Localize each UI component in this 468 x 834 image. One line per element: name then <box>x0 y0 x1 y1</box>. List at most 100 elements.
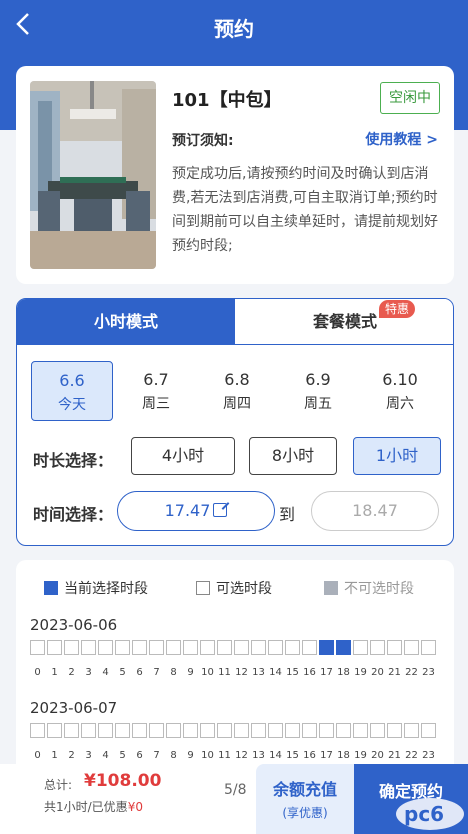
legend-selected-swatch <box>44 581 58 595</box>
duration-label: 时长选择： <box>33 451 114 470</box>
recharge-label: 余额充值 <box>272 780 337 799</box>
time-slot[interactable] <box>319 723 334 738</box>
time-slot[interactable] <box>30 723 45 738</box>
date-item[interactable]: 6.8 周四 <box>196 361 278 421</box>
date-number: 6.8 <box>224 370 250 389</box>
start-time-input[interactable]: 17.47 <box>117 491 275 531</box>
duration-1h-button[interactable]: 1小时 <box>353 437 441 475</box>
hour-label: 9 <box>187 750 194 761</box>
hour-label: 22 <box>405 750 418 761</box>
time-slot[interactable] <box>336 640 351 655</box>
hour-label: 6 <box>136 667 143 678</box>
time-slot[interactable] <box>115 723 130 738</box>
date-item[interactable]: 6.7 周三 <box>115 361 197 421</box>
day-label: 2023-06-07 <box>30 699 118 717</box>
tab-hour-mode[interactable]: 小时模式 <box>17 299 235 345</box>
date-item[interactable]: 6.6 今天 <box>31 361 113 421</box>
time-slot[interactable] <box>370 640 385 655</box>
legend-available-swatch <box>196 581 210 595</box>
tab-package-mode[interactable]: 套餐模式 <box>235 299 453 345</box>
date-item[interactable]: 6.10 周六 <box>359 361 441 421</box>
time-slot[interactable] <box>234 723 249 738</box>
hour-label: 9 <box>187 667 194 678</box>
date-weekday: 周三 <box>142 396 170 412</box>
time-slot[interactable] <box>285 640 300 655</box>
time-slot[interactable] <box>47 640 62 655</box>
time-slot[interactable] <box>404 723 419 738</box>
hour-label: 0 <box>34 750 41 761</box>
to-label: 到 <box>279 505 296 524</box>
time-slot[interactable] <box>183 640 198 655</box>
hour-label: 15 <box>286 667 299 678</box>
start-time-value: 17.47 <box>164 501 211 520</box>
time-slot[interactable] <box>149 723 164 738</box>
time-slot[interactable] <box>47 723 62 738</box>
recharge-button[interactable]: 余额充值 (享优惠) <box>256 764 354 834</box>
booking-card: 小时模式 套餐模式 特惠 6.6 今天 6.7 周三 6.8 周四 6.9 周五… <box>16 298 454 546</box>
time-slot[interactable] <box>64 723 79 738</box>
hour-label: 21 <box>388 750 401 761</box>
date-number: 6.10 <box>382 370 418 389</box>
total-label: 总计: <box>44 778 73 792</box>
time-slot[interactable] <box>98 723 113 738</box>
room-photo <box>30 81 156 269</box>
time-slot[interactable] <box>353 640 368 655</box>
duration-8h-button[interactable]: 8小时 <box>249 437 337 475</box>
date-number: 6.6 <box>59 371 85 390</box>
time-slot[interactable] <box>285 723 300 738</box>
date-item[interactable]: 6.9 周五 <box>277 361 359 421</box>
time-slot[interactable] <box>98 640 113 655</box>
time-slot[interactable] <box>64 640 79 655</box>
time-slot[interactable] <box>217 723 232 738</box>
page-indicator: 5/8 <box>224 782 247 798</box>
time-slot[interactable] <box>251 640 266 655</box>
hour-label: 23 <box>422 750 435 761</box>
time-slot[interactable] <box>387 640 402 655</box>
total-sub-text: 共1小时/已优惠 <box>44 800 128 814</box>
time-slot[interactable] <box>81 723 96 738</box>
tutorial-link[interactable]: 使用教程 > <box>365 129 438 149</box>
discount-amount: ¥0 <box>127 800 143 814</box>
time-slot[interactable] <box>234 640 249 655</box>
time-slot[interactable] <box>336 723 351 738</box>
time-slot[interactable] <box>302 723 317 738</box>
hour-label: 7 <box>153 667 160 678</box>
hour-label: 5 <box>119 667 126 678</box>
time-slot[interactable] <box>30 640 45 655</box>
legend-available: 可选时段 <box>196 578 272 598</box>
time-slot[interactable] <box>404 640 419 655</box>
time-slot[interactable] <box>370 723 385 738</box>
time-slot[interactable] <box>387 723 402 738</box>
time-slot[interactable] <box>183 723 198 738</box>
time-slot[interactable] <box>132 640 147 655</box>
time-slot[interactable] <box>149 640 164 655</box>
edit-icon <box>213 503 228 517</box>
time-slot[interactable] <box>115 640 130 655</box>
date-weekday: 周四 <box>223 396 251 412</box>
time-slot[interactable] <box>353 723 368 738</box>
time-slot[interactable] <box>319 640 334 655</box>
date-weekday: 今天 <box>58 397 86 413</box>
time-slot[interactable] <box>166 640 181 655</box>
recharge-sub: (享优惠) <box>282 806 328 820</box>
hour-label: 6 <box>136 750 143 761</box>
time-slot[interactable] <box>268 723 283 738</box>
time-slot[interactable] <box>421 723 436 738</box>
hour-label: 4 <box>102 667 109 678</box>
time-slot[interactable] <box>302 640 317 655</box>
time-slot[interactable] <box>200 640 215 655</box>
time-slot[interactable] <box>251 723 266 738</box>
time-slot[interactable] <box>166 723 181 738</box>
time-slot[interactable] <box>132 723 147 738</box>
time-slot[interactable] <box>200 723 215 738</box>
hour-label: 1 <box>51 750 58 761</box>
time-slot[interactable] <box>421 640 436 655</box>
time-slot[interactable] <box>81 640 96 655</box>
time-slot[interactable] <box>217 640 232 655</box>
duration-4h-button[interactable]: 4小时 <box>131 437 235 475</box>
time-slot[interactable] <box>268 640 283 655</box>
hour-label: 17 <box>320 750 333 761</box>
hour-label: 5 <box>119 750 126 761</box>
hour-label: 18 <box>337 667 350 678</box>
legend-unavailable-label: 不可选时段 <box>344 581 414 597</box>
